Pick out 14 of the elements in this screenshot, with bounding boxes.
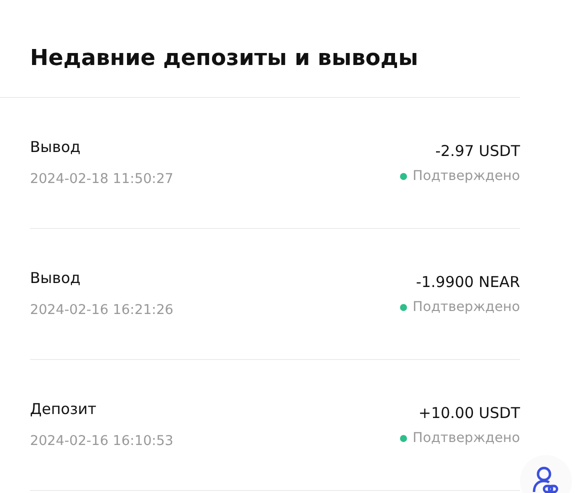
transaction-type: Вывод [30, 137, 82, 157]
transaction-date: 2024-02-18 11:50:27 [30, 170, 174, 188]
user-link-icon[interactable] [532, 465, 560, 493]
transaction-amount: +10.00 USDT [418, 403, 520, 423]
transaction-amount: -2.97 USDT [435, 141, 520, 161]
transaction-date: 2024-02-16 16:21:26 [30, 301, 174, 319]
transaction-date: 2024-02-16 16:10:53 [30, 432, 174, 450]
status-label: Подтверждено [412, 167, 520, 185]
status-label: Подтверждено [412, 298, 520, 316]
transaction-type: Вывод [30, 268, 82, 288]
status-label: Подтверждено [412, 429, 520, 447]
section-title: Недавние депозиты и выводы [0, 0, 520, 98]
transaction-type: Депозит [30, 399, 98, 419]
transaction-amount: -1.9900 NEAR [416, 272, 520, 292]
